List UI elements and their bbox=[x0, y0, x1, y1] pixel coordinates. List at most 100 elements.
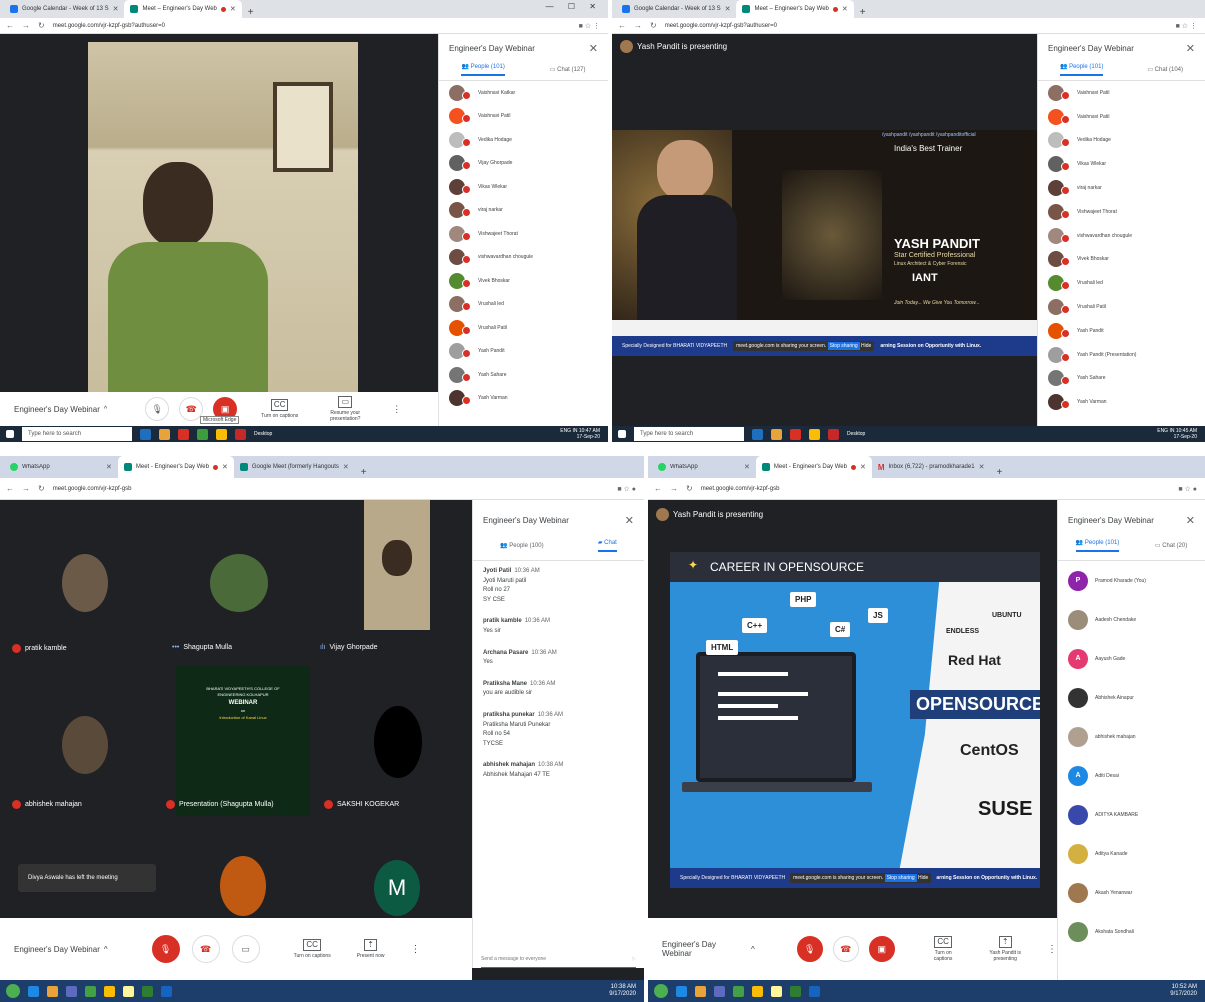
captions-button[interactable]: CC Turn on captions bbox=[261, 399, 298, 419]
participant-row[interactable]: A Aditi Desai bbox=[1058, 756, 1205, 795]
tab-people[interactable]: 👥 People (101) bbox=[461, 63, 505, 76]
close-tab-icon[interactable]: ✕ bbox=[113, 5, 119, 13]
tab-chat[interactable]: ▰ Chat bbox=[597, 539, 617, 552]
tab-people[interactable]: 👥 People (101) bbox=[1059, 63, 1104, 76]
browser-tab-active[interactable]: Meet - Engineer's Day Web ✕ bbox=[117, 456, 234, 478]
participant-row[interactable]: Vivek Bhoskar bbox=[1038, 248, 1205, 272]
browser-tab[interactable]: WhatsApp ✕ bbox=[4, 456, 118, 478]
chrome-icon[interactable] bbox=[752, 985, 763, 997]
browser-tab[interactable]: WhatsApp ✕ bbox=[652, 456, 756, 478]
participant-row[interactable]: Yash Pandit bbox=[1038, 319, 1205, 343]
stop-sharing-button[interactable]: Stop sharing bbox=[827, 342, 860, 350]
app-icon[interactable] bbox=[197, 428, 208, 440]
excel-icon[interactable] bbox=[790, 985, 801, 997]
extension-icons[interactable]: ■ ☆ ⋮ bbox=[579, 22, 600, 30]
chevron-up-icon[interactable]: ^ bbox=[104, 945, 108, 954]
mic-off-button[interactable]: 🎙 bbox=[151, 935, 180, 963]
acrobat-icon[interactable] bbox=[235, 428, 246, 440]
ie-icon[interactable] bbox=[676, 985, 687, 997]
close-tab-icon[interactable]: ✕ bbox=[842, 5, 848, 13]
participant-row[interactable]: viraj narkar bbox=[439, 199, 608, 223]
more-options-icon[interactable]: ⋮ bbox=[1047, 944, 1057, 955]
desktop-label[interactable]: Desktop bbox=[847, 431, 865, 437]
stop-sharing-button[interactable]: Stop sharing bbox=[884, 874, 917, 882]
more-options-icon[interactable]: ⋮ bbox=[411, 944, 421, 955]
tab-chat[interactable]: ▭ Chat (127) bbox=[550, 66, 586, 73]
mic-off-button[interactable]: 🎙 bbox=[796, 936, 823, 962]
chevron-up-icon[interactable]: ^ bbox=[751, 945, 755, 954]
notepad-icon[interactable] bbox=[123, 985, 134, 997]
participant-row[interactable]: Vrushali led bbox=[1038, 271, 1205, 295]
folder-icon[interactable] bbox=[47, 985, 58, 997]
back-icon[interactable]: ← bbox=[618, 21, 626, 30]
new-tab-icon[interactable]: + bbox=[355, 467, 373, 478]
close-tab-icon[interactable]: ✕ bbox=[744, 463, 750, 471]
back-icon[interactable]: ← bbox=[6, 484, 14, 493]
close-tab-icon[interactable]: ✕ bbox=[343, 463, 349, 471]
extension-icons[interactable]: ■ ☆ ● bbox=[617, 485, 636, 493]
browser-tab[interactable]: M Inbox (6,722) - pramodkharade1 ✕ bbox=[872, 456, 991, 478]
resume-presentation-button[interactable]: ▭ Resume your presentation? bbox=[320, 396, 370, 422]
word-icon[interactable] bbox=[809, 985, 820, 997]
participant-row[interactable]: Abhishek Ainapur bbox=[1058, 678, 1205, 717]
app-icon[interactable] bbox=[790, 428, 801, 440]
participant-row[interactable]: Yash Varman bbox=[1038, 390, 1205, 414]
camera-off-button[interactable]: ▣ bbox=[868, 936, 895, 962]
camera-button[interactable]: ▭ bbox=[231, 935, 260, 963]
close-tab-icon[interactable]: ✕ bbox=[979, 463, 985, 471]
presenting-button[interactable]: ⇡ Yash Pandit is presenting bbox=[983, 936, 1027, 962]
edge-icon[interactable] bbox=[140, 428, 151, 440]
participant-row[interactable]: P Pramod Kharade (You) bbox=[1058, 561, 1205, 600]
participant-row[interactable]: Vrushali led bbox=[439, 293, 608, 317]
browser-tab[interactable]: Google Calendar - Week of 13 S ✕ bbox=[616, 0, 736, 18]
chrome-icon[interactable] bbox=[104, 985, 115, 997]
url-field[interactable]: meet.google.com/vjr-kzpf-gsb bbox=[701, 486, 780, 492]
close-tab-icon[interactable]: ✕ bbox=[860, 463, 866, 471]
present-now-button[interactable]: ⇡ Present now bbox=[357, 939, 385, 959]
extension-icons[interactable]: ■ ☆ ⋮ bbox=[1176, 22, 1197, 30]
participant-row[interactable]: Vedika Hodage bbox=[439, 128, 608, 152]
close-icon[interactable]: ✕ bbox=[625, 514, 634, 527]
meeting-title[interactable]: Engineer's Day Webinar bbox=[14, 405, 100, 414]
tab-people[interactable]: 👥 People (100) bbox=[500, 542, 544, 549]
excel-icon[interactable] bbox=[142, 985, 153, 997]
participant-row[interactable]: A Aayush Gade bbox=[1058, 639, 1205, 678]
forward-icon[interactable]: → bbox=[670, 484, 678, 493]
media-icon[interactable] bbox=[714, 985, 725, 997]
chat-input[interactable]: Send a message to everyone ▷ bbox=[481, 950, 636, 968]
folder-icon[interactable] bbox=[695, 985, 706, 997]
captions-button[interactable]: CC Turn on captions bbox=[925, 936, 962, 962]
new-tab-icon[interactable]: + bbox=[242, 7, 260, 18]
participant-row[interactable]: vishwavardhan chougule bbox=[439, 246, 608, 270]
windows-start-icon[interactable] bbox=[6, 984, 20, 998]
back-icon[interactable]: ← bbox=[6, 21, 14, 30]
participant-row[interactable]: Aditya Kanade bbox=[1058, 834, 1205, 873]
meeting-title[interactable]: Engineer's Day Webinar bbox=[14, 945, 100, 954]
participant-row[interactable]: Vrushali Patil bbox=[439, 316, 608, 340]
participant-row[interactable]: Akshata Sondhali bbox=[1058, 912, 1205, 951]
hide-button[interactable]: Hide bbox=[861, 343, 871, 349]
participant-row[interactable]: Vishwajeet Thorat bbox=[439, 222, 608, 246]
tab-chat[interactable]: ▭ Chat (104) bbox=[1147, 66, 1183, 73]
participant-row[interactable]: Vaishnavi Patil bbox=[1038, 105, 1205, 129]
meeting-title[interactable]: Engineer's Day Webinar bbox=[662, 940, 747, 958]
window-controls[interactable]: — ☐ ✕ bbox=[546, 2, 602, 11]
browser-tab-active[interactable]: Meet – Engineer's Day Web ✕ bbox=[736, 0, 854, 18]
system-clock[interactable]: ENG IN 10:47 AM 17-Sep-20 bbox=[560, 428, 600, 440]
participant-row[interactable]: Akash Yenanwar bbox=[1058, 873, 1205, 912]
hide-button[interactable]: Hide bbox=[918, 875, 928, 881]
notepad-icon[interactable] bbox=[771, 985, 782, 997]
participant-row[interactable]: Yash Varman bbox=[439, 387, 608, 411]
participant-row[interactable]: Vaishnavi Katkar bbox=[439, 81, 608, 105]
word-icon[interactable] bbox=[161, 985, 172, 997]
participant-row[interactable]: Vedika Hodage bbox=[1038, 129, 1205, 153]
edge-icon[interactable] bbox=[752, 428, 763, 440]
close-tab-icon[interactable]: ✕ bbox=[725, 5, 731, 13]
reload-icon[interactable]: ↻ bbox=[38, 21, 45, 30]
windows-start-icon[interactable] bbox=[618, 430, 626, 438]
url-field[interactable]: meet.google.com/vjr-kzpf-gsb?authuser=0 bbox=[665, 23, 777, 29]
browser-tab[interactable]: Google Meet (formerly Hangouts ✕ bbox=[234, 456, 355, 478]
participant-row[interactable]: Aadesh Chendake bbox=[1058, 600, 1205, 639]
ie-icon[interactable] bbox=[28, 985, 39, 997]
forward-icon[interactable]: → bbox=[634, 21, 642, 30]
